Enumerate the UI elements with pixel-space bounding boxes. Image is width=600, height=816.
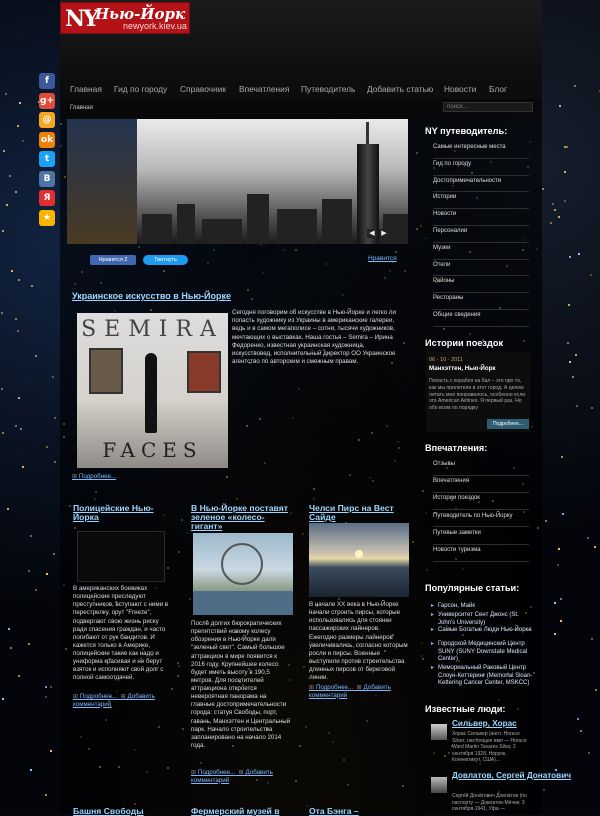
popular-article-link[interactable]: Университет Сент Джонс (St. John's Unive…	[431, 612, 534, 627]
image-caption-top: SEMIRA	[81, 317, 224, 342]
twitter-icon[interactable]: t	[39, 151, 55, 167]
story-title[interactable]: Манхэттен, Нью-Йорк	[429, 365, 496, 372]
read-more-link[interactable]: Подробнее...	[191, 769, 235, 776]
story-date: 06 - 10 - 2011	[429, 357, 463, 363]
vkontakte-icon[interactable]: B	[39, 170, 55, 187]
read-more-link[interactable]: Подробнее...	[73, 693, 117, 700]
tweet-button[interactable]: Твитнуть	[143, 255, 188, 265]
sidebar-impressions-item[interactable]: Путеводитель по Нью-Йорку	[433, 510, 529, 528]
nav-item-blog[interactable]: Блог	[489, 84, 507, 94]
image-caption-bottom: FACES	[102, 438, 203, 462]
popular-article-link[interactable]: Мемориальный Раковый Центр Слоун-Кеттери…	[431, 665, 534, 688]
read-more-link[interactable]: Подробнее...	[309, 684, 353, 691]
article-title-farm-museum[interactable]: Фермерский музей в	[191, 806, 279, 816]
article-links-police: Подробнее... ⊞ Добавить комментарий	[73, 693, 173, 709]
sidebar-guide-item[interactable]: Районы	[433, 275, 529, 294]
site-logo[interactable]: NY Нью-Йорк newyork.kiev.ua	[60, 2, 190, 34]
featured-article-image[interactable]: SEMIRA FACES	[77, 313, 228, 468]
nav-item-add-article[interactable]: Добавить статью	[367, 84, 433, 94]
person-text: Серге́й Дона́тович Довла́тов (по паспорт…	[452, 793, 527, 812]
article-title-police[interactable]: Полицейские Нью-Йорка	[73, 503, 173, 522]
nav-item-travel-guide[interactable]: Путеводитель	[301, 84, 355, 94]
sidebar-guide-item[interactable]: Музеи	[433, 242, 529, 260]
main-nav: Главная Гид по городу Справочник Впечатл…	[60, 80, 542, 98]
sidebar-guide-item[interactable]: Общие сведения	[433, 309, 529, 327]
featured-read-more-link[interactable]: Подробнее...	[72, 473, 116, 480]
nav-item-directory[interactable]: Справочник	[180, 84, 226, 94]
sidebar-impressions-item[interactable]: Новости туризма	[433, 544, 529, 562]
sidebar-guide-item[interactable]: Персоналии	[433, 225, 529, 243]
search-input[interactable]: поиск...	[443, 102, 533, 112]
sidebar-guide-item[interactable]: Гид по городу	[433, 158, 529, 176]
nav-item-home[interactable]: Главная	[70, 84, 102, 94]
odnoklassniki-icon[interactable]: ok	[39, 131, 55, 148]
facebook-like-button[interactable]: Нравится 2	[90, 255, 136, 265]
nav-item-impressions[interactable]: Впечатления	[239, 84, 289, 94]
person-photo[interactable]	[431, 724, 447, 740]
sidebar-guide-item[interactable]: Новости	[433, 208, 529, 226]
impressions-section-title: Впечатления:	[425, 443, 488, 453]
guide-section-title: NY путеводитель:	[425, 126, 508, 136]
article-title-wheel[interactable]: В Нью-Йорке поставят зеленое «колесо-гиг…	[191, 503, 291, 531]
sidebar-impressions-item[interactable]: Отзывы	[433, 458, 529, 476]
popular-article-link[interactable]: Гарсон, Майк	[431, 603, 534, 611]
article-image-wheel[interactable]	[193, 533, 293, 615]
image-slider[interactable]: ◀ ▶	[67, 119, 408, 244]
share-bar: f g+ @ ok t B Я ★	[39, 73, 55, 229]
story-read-more-button[interactable]: Подробнее...	[487, 419, 529, 429]
article-title-freedom-tower[interactable]: Башня Свободы	[73, 806, 144, 816]
sidebar-impressions-item[interactable]: Путевые заметки	[433, 527, 529, 545]
article-image-police[interactable]	[77, 531, 165, 582]
facebook-icon[interactable]: f	[39, 73, 55, 89]
sidebar-guide-item[interactable]: Рестораны	[433, 292, 529, 310]
article-title-chelsea-piers[interactable]: Челси Пирс на Вест Сайде	[309, 503, 409, 522]
story-text: Попасть с корабля на бал – это про то, к…	[429, 378, 526, 412]
article-links-chelsea-piers: Подробнее... ⊞ Добавить комментарий	[309, 684, 409, 700]
mail-icon[interactable]: @	[39, 112, 55, 128]
article-text-police: В американских боевиках полицейские прес…	[73, 585, 169, 682]
person-text: Хорас Сильвер (англ. Horace Silver, наст…	[452, 731, 527, 763]
person-name[interactable]: Сильвер, Хорас	[452, 719, 517, 729]
article-image-chelsea-piers[interactable]	[309, 523, 409, 597]
nav-item-guide[interactable]: Гид по городу	[114, 84, 167, 94]
featured-article-text: Сегодня поговорим об искусстве в Нью-Йор…	[232, 309, 396, 366]
sidebar-guide-item[interactable]: Достопримечательности	[433, 175, 529, 193]
article-links-wheel: Подробнее... ⊞ Добавить комментарий	[191, 769, 291, 785]
sidebar-guide-item[interactable]: Самые интересные места	[433, 141, 529, 159]
google-plus-icon[interactable]: g+	[39, 92, 55, 109]
people-section-title: Известные люди:	[425, 704, 506, 714]
yandex-icon[interactable]: Я	[39, 190, 55, 206]
nav-item-news[interactable]: Новости	[444, 84, 476, 94]
person-name[interactable]: Довлатов, Сергей Донатович	[452, 771, 571, 781]
sidebar-guide-item[interactable]: Отели	[433, 259, 529, 277]
sidebar-impressions-item[interactable]: Истории поездок	[433, 492, 529, 511]
site-domain: newyork.kiev.ua	[123, 21, 187, 31]
ny-logo-icon: NY	[65, 6, 99, 32]
sidebar-guide-item[interactable]: Истории	[433, 191, 529, 210]
slider-next-icon[interactable]: ▶	[379, 229, 389, 238]
stories-section-title: Истории поездок	[425, 338, 504, 348]
featured-article-title[interactable]: Украинское искусство в Нью-Йорке	[72, 291, 231, 301]
article-title-ota-benga[interactable]: Ота Бэнга –	[309, 806, 359, 816]
bookmark-star-icon[interactable]: ★	[39, 209, 55, 226]
breadcrumb-home[interactable]: Главная	[70, 105, 93, 111]
article-text-wheel: После долгих бюрократических препятствий…	[191, 620, 291, 749]
article-text-chelsea-piers: В начале ХХ века в Нью-Йорке начали стро…	[309, 601, 408, 682]
slider-left-photo	[67, 119, 137, 244]
like-link[interactable]: Нравится	[368, 255, 397, 262]
sidebar-impressions-item[interactable]: Впечатления	[433, 475, 529, 493]
popular-article-link[interactable]: Самые Богатые Люди Нью-Йорка	[431, 627, 534, 635]
popular-article-link[interactable]: Городской Медицинский Центр SUNY (SUNY D…	[431, 641, 534, 664]
person-photo[interactable]	[431, 777, 447, 793]
slider-prev-icon[interactable]: ◀	[367, 229, 377, 238]
popular-section-title: Популярные статьи:	[425, 583, 520, 593]
